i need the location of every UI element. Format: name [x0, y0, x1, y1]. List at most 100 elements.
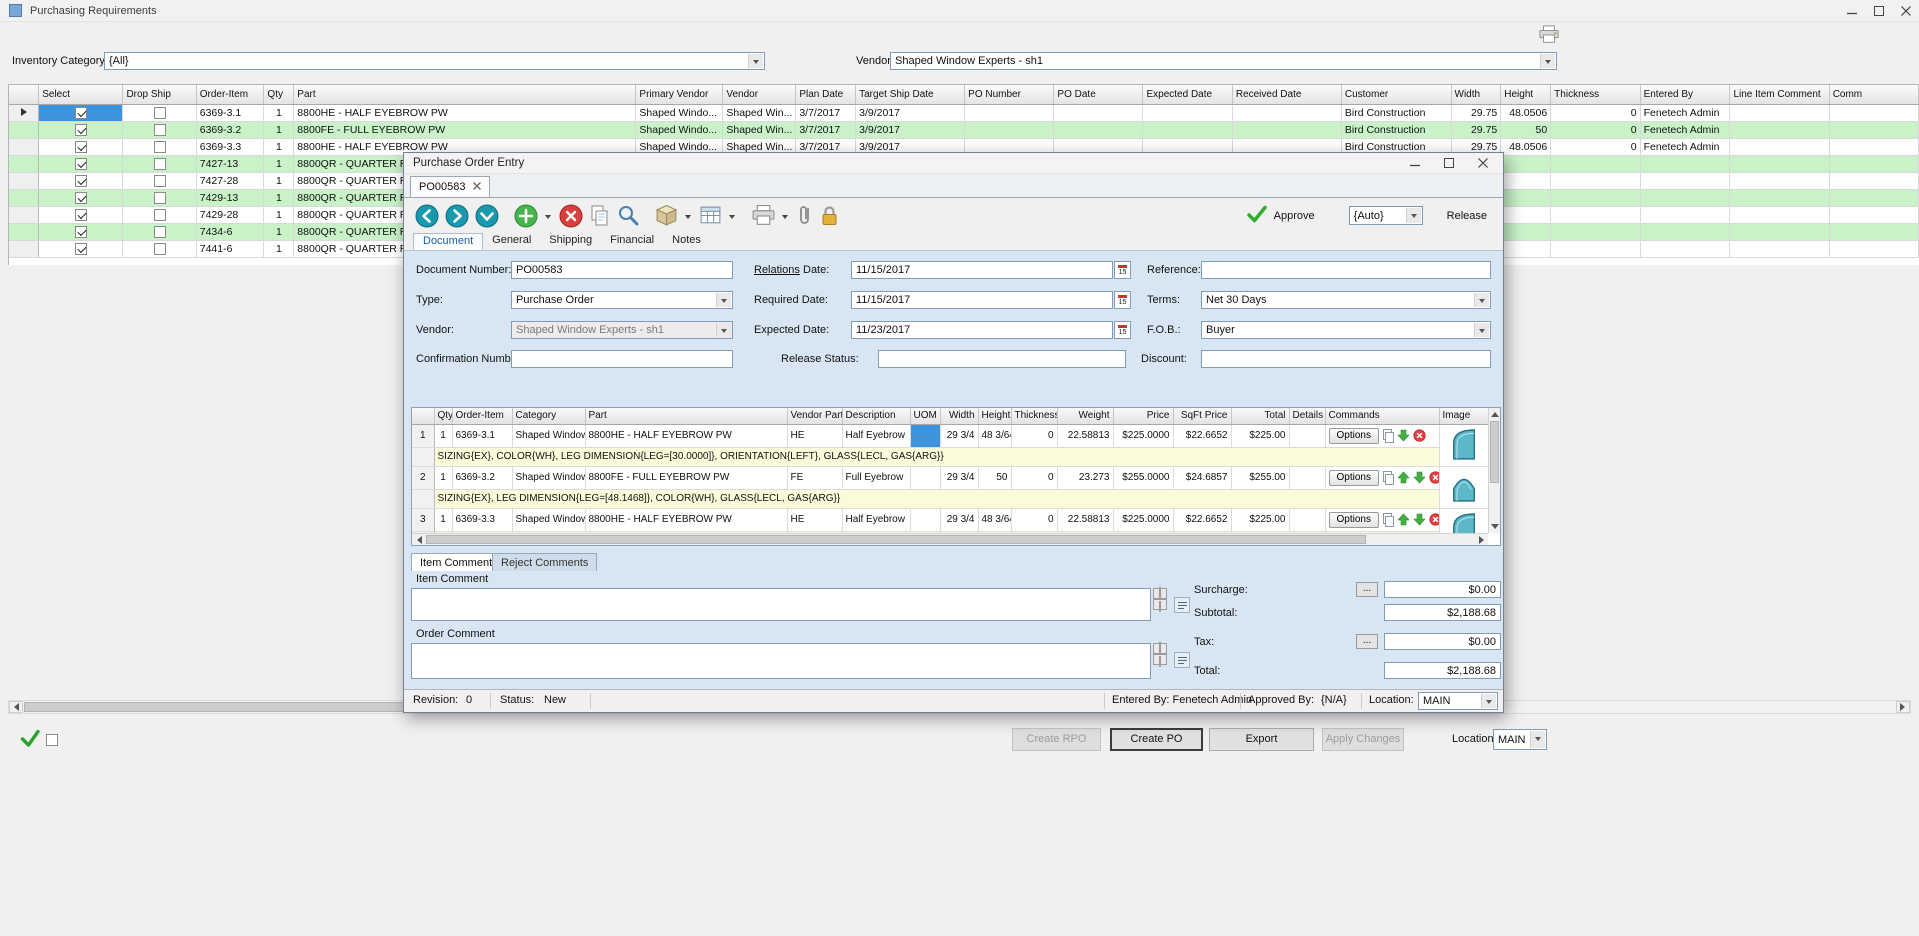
grid-cell[interactable]: 8800FE - FULL EYEBROW PW	[585, 466, 787, 490]
grid-cell[interactable]: $225.0000	[1113, 508, 1173, 532]
grid-cell[interactable]: 6369-3.1	[452, 424, 512, 448]
column-header[interactable]: Description	[842, 408, 910, 424]
grid-cell[interactable]: 6369-3.1	[196, 104, 264, 121]
grid-cell[interactable]: Bird Construction	[1341, 104, 1451, 121]
tab-financial[interactable]: Financial	[601, 233, 663, 250]
grid-cell[interactable]: FE	[787, 466, 842, 490]
horizontal-scrollbar[interactable]	[412, 533, 1488, 545]
grid-cell[interactable]	[1551, 223, 1640, 240]
grid-cell[interactable]: 8800HE - HALF EYEBROW PW	[585, 424, 787, 448]
grid-cell[interactable]: Shaped Windows	[512, 466, 585, 490]
move-down-icon[interactable]	[1413, 471, 1426, 484]
column-header[interactable]: Order-Item	[452, 408, 512, 424]
po-document-tab[interactable]: PO00583	[410, 176, 490, 197]
drop-ship-checkbox[interactable]	[154, 192, 166, 204]
grid-cell[interactable]	[1730, 189, 1829, 206]
grid-cell[interactable]: Fenetech Admin	[1640, 121, 1730, 138]
comment-lookup-icon[interactable]	[1174, 652, 1190, 668]
grid-cell[interactable]: 7427-13	[196, 155, 264, 172]
grid-cell[interactable]: 29.75	[1451, 121, 1501, 138]
grid-cell[interactable]	[1829, 121, 1918, 138]
select-cell[interactable]	[39, 155, 123, 172]
row-header[interactable]: 3	[412, 508, 434, 532]
column-header[interactable]: Line Item Comment	[1730, 85, 1829, 104]
options-button[interactable]: Options	[1329, 428, 1379, 444]
grid-cell[interactable]: 1	[434, 508, 452, 532]
grid-cell[interactable]: 3/9/2017	[856, 121, 965, 138]
column-header[interactable]: Qty	[264, 85, 294, 104]
drop-ship-cell[interactable]	[123, 138, 196, 155]
drop-ship-checkbox[interactable]	[154, 175, 166, 187]
row-header[interactable]	[9, 223, 39, 240]
calendar-icon[interactable]: 15	[1114, 321, 1131, 339]
grid-cell[interactable]	[1640, 189, 1730, 206]
grid-cell[interactable]: Full Eyebrow	[842, 466, 910, 490]
create-po-button[interactable]: Create PO	[1110, 728, 1203, 751]
grid-cell[interactable]	[1730, 172, 1829, 189]
column-header[interactable]: UOM	[910, 408, 940, 424]
drop-ship-cell[interactable]	[123, 223, 196, 240]
column-header[interactable]: Entered By	[1640, 85, 1730, 104]
grid-cell[interactable]	[1730, 138, 1829, 155]
grid-cell[interactable]: 1	[264, 206, 294, 223]
dialog-close-icon[interactable]	[1473, 154, 1493, 172]
delete-line-icon[interactable]	[1429, 513, 1439, 526]
grid-cell[interactable]: HE	[787, 424, 842, 448]
lookup-dropdown-icon[interactable]	[729, 215, 735, 222]
printer-dropdown-icon[interactable]	[782, 215, 788, 222]
grid-cell[interactable]: 7434-6	[196, 223, 264, 240]
row-header[interactable]	[9, 172, 39, 189]
drop-ship-checkbox[interactable]	[154, 107, 166, 119]
corner-header[interactable]	[9, 85, 39, 104]
drop-ship-cell[interactable]	[123, 189, 196, 206]
surcharge-ellipsis-button[interactable]: ...	[1356, 582, 1378, 597]
tab-reject-comments[interactable]: Reject Comments	[492, 553, 597, 571]
required-date-input[interactable]: 11/15/2017	[851, 291, 1113, 309]
grid-cell[interactable]	[1730, 121, 1829, 138]
approve-check-icon[interactable]	[1246, 204, 1268, 227]
tab-document[interactable]: Document	[413, 233, 483, 250]
column-header[interactable]: Plan Date	[796, 85, 856, 104]
grid-cell[interactable]: 48 3/64	[978, 508, 1011, 532]
grid-cell[interactable]	[1829, 206, 1918, 223]
drop-ship-checkbox[interactable]	[154, 243, 166, 255]
cancel-icon[interactable]	[558, 203, 584, 229]
details-cell[interactable]	[1289, 424, 1325, 448]
grid-cell[interactable]: Shaped Win...	[723, 121, 796, 138]
select-checkbox[interactable]	[75, 141, 87, 153]
select-checkbox[interactable]	[75, 158, 87, 170]
column-header[interactable]: Select	[39, 85, 123, 104]
row-header[interactable]: 2	[412, 466, 434, 490]
column-header[interactable]: Price	[1113, 408, 1173, 424]
column-header[interactable]: Vendor	[723, 85, 796, 104]
grid-cell[interactable]	[1640, 206, 1730, 223]
attachment-icon[interactable]	[795, 203, 815, 228]
grid-cell[interactable]: 48.0506	[1501, 138, 1551, 155]
grid-cell[interactable]	[1730, 155, 1829, 172]
lookup-grid-icon[interactable]	[698, 203, 723, 228]
tax-value[interactable]: $0.00	[1384, 633, 1501, 650]
dialog-maximize-icon[interactable]	[1439, 154, 1459, 172]
grid-cell[interactable]: HE	[787, 508, 842, 532]
row-header[interactable]	[412, 490, 434, 508]
row-header[interactable]	[9, 240, 39, 257]
scroll-left-icon[interactable]	[412, 534, 425, 545]
column-header[interactable]: Height	[1501, 85, 1551, 104]
surcharge-value[interactable]: $0.00	[1384, 581, 1501, 598]
row-header[interactable]	[9, 104, 39, 121]
move-down-icon[interactable]	[1397, 429, 1410, 442]
row-header[interactable]	[9, 121, 39, 138]
drop-ship-checkbox[interactable]	[154, 209, 166, 221]
dialog-titlebar[interactable]: Purchase Order Entry	[404, 153, 1503, 174]
copy-line-icon[interactable]	[1382, 513, 1394, 527]
select-checkbox[interactable]	[75, 226, 87, 238]
uom-cell[interactable]	[910, 508, 940, 532]
line-item-image[interactable]	[1439, 466, 1488, 508]
grid-cell[interactable]: $225.00	[1231, 508, 1289, 532]
row-header[interactable]	[9, 138, 39, 155]
grid-cell[interactable]: Fenetech Admin	[1640, 138, 1730, 155]
drop-ship-cell[interactable]	[123, 172, 196, 189]
create-rpo-button[interactable]: Create RPO	[1012, 728, 1101, 751]
inventory-category-select[interactable]: {All}	[104, 52, 765, 70]
row-header[interactable]: 1	[412, 424, 434, 448]
